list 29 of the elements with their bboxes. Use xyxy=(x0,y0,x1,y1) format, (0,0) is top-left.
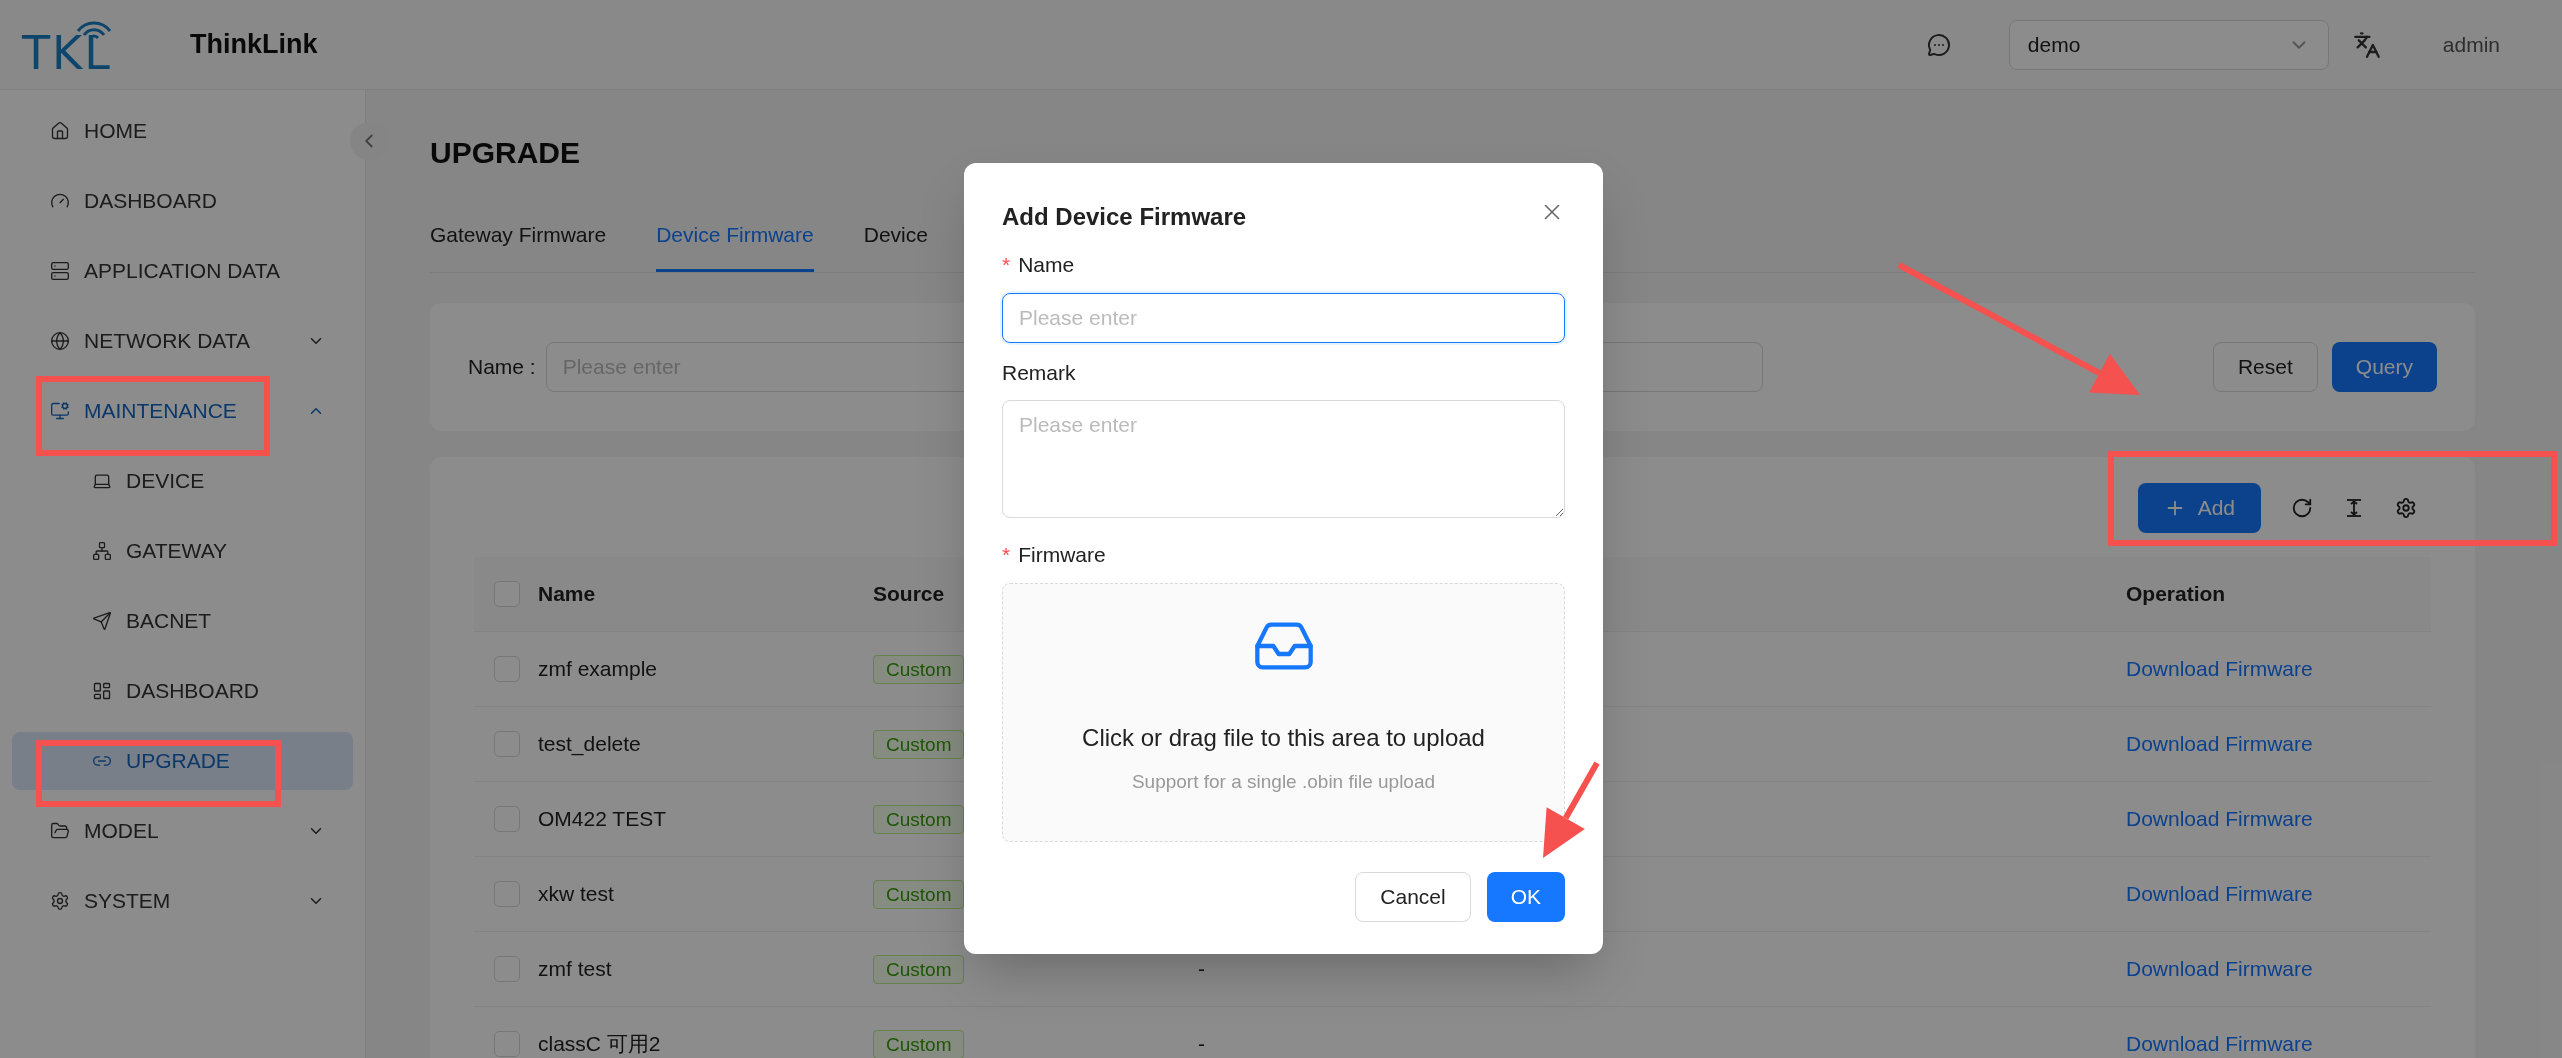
column-header: Operation xyxy=(2126,581,2226,605)
field-label: Name xyxy=(1018,252,1075,278)
source-tag: Custom xyxy=(873,729,965,759)
dialog-title: Add Device Firmware xyxy=(1002,202,1247,232)
column-header: Source xyxy=(873,581,945,605)
required-mark: * xyxy=(1002,252,1011,278)
upload-hint: Support for a single .obin file upload xyxy=(1131,769,1436,794)
page-title: UPGRADE xyxy=(430,135,580,171)
required-mark: * xyxy=(1002,542,1011,568)
upload-text: Click or drag file to this area to upload xyxy=(1082,722,1485,753)
field-label: Name : xyxy=(468,353,536,380)
table-cell: OM422 TEST xyxy=(538,806,666,830)
source-tag: Custom xyxy=(873,654,965,684)
source-tag: Custom xyxy=(873,1029,965,1058)
table-cell: zmf example xyxy=(538,656,658,680)
field-label: Firmware xyxy=(1018,542,1106,568)
field-label: Remark xyxy=(1002,359,1076,386)
table-cell: classC 可用2 xyxy=(538,1031,661,1055)
table-cell: - xyxy=(1198,956,1205,980)
table-cell: - xyxy=(1198,1031,1205,1055)
app-name: ThinkLink xyxy=(190,28,318,62)
table-cell: zmf test xyxy=(538,956,612,980)
column-header: Name xyxy=(538,581,596,605)
source-tag: Custom xyxy=(873,954,965,984)
source-tag: Custom xyxy=(873,804,965,834)
table-cell: xkw test xyxy=(538,881,614,905)
source-tag: Custom xyxy=(873,879,965,909)
table-cell: test_delete xyxy=(538,731,641,755)
logo: TKL xyxy=(22,30,112,75)
